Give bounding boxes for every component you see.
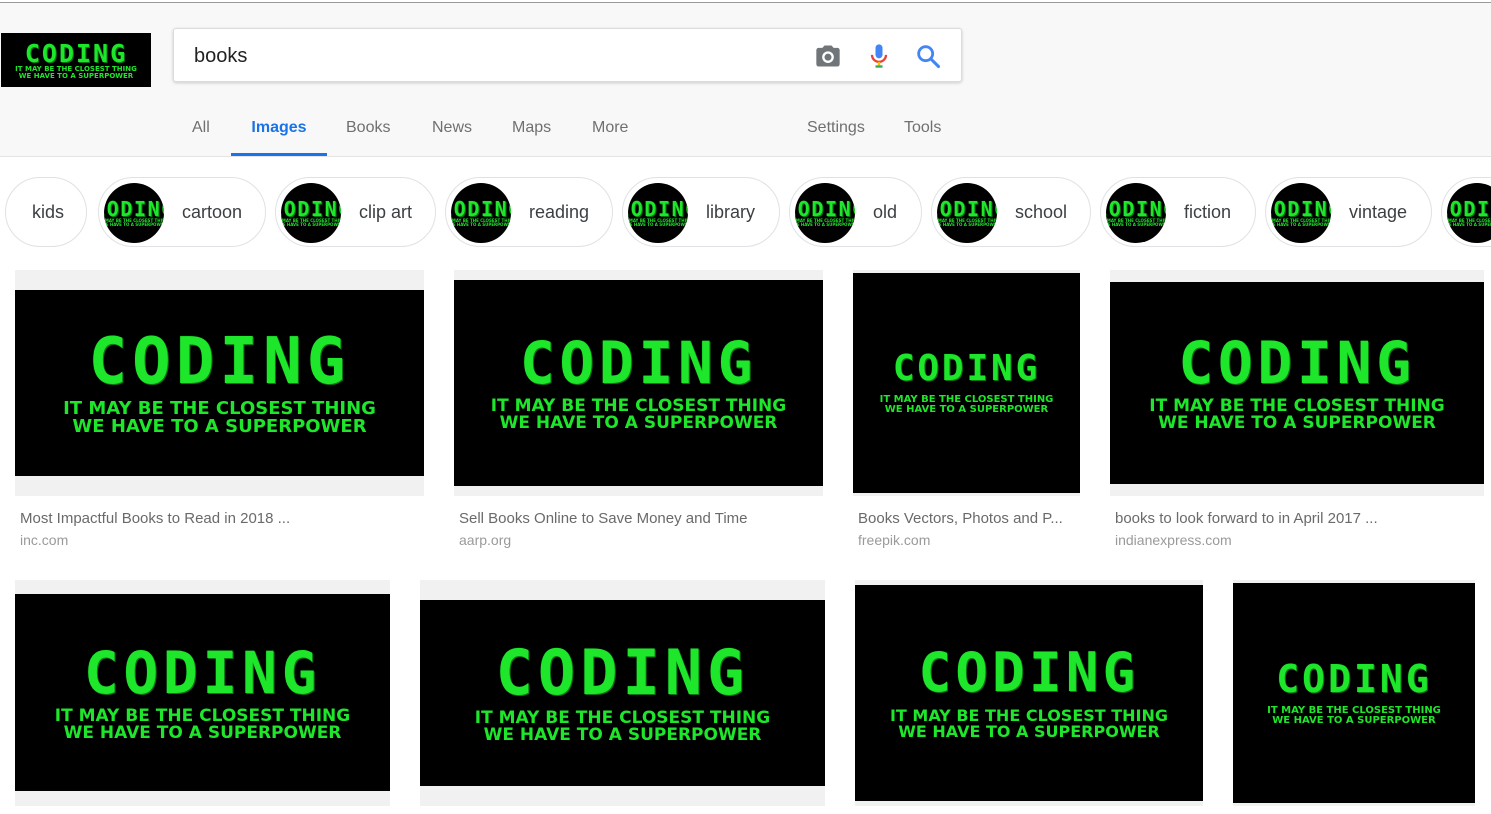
chip-thumbnail: CODINGIT MAY BE THE CLOSEST THINGWE HAVE… — [1106, 183, 1166, 243]
chip-label: clip art — [359, 202, 413, 222]
image-result[interactable]: CODING IT MAY BE THE CLOSEST THING WE HA… — [853, 270, 1080, 555]
chip-label: library — [706, 202, 756, 222]
image-result[interactable]: CODING IT MAY BE THE CLOSEST THING WE HA… — [454, 270, 823, 555]
chip-thumbnail: CODINGIT MAY BE THE CLOSEST THINGWE HAVE… — [1447, 183, 1491, 243]
result-title[interactable]: Sell Books Online to Save Money and Time — [459, 510, 748, 527]
result-image[interactable]: CODING IT MAY BE THE CLOSEST THING WE HA… — [1110, 282, 1484, 484]
result-source[interactable]: aarp.org — [459, 532, 511, 548]
microphone-icon[interactable] — [865, 42, 893, 70]
result-image[interactable]: CODING IT MAY BE THE CLOSEST THING WE HA… — [420, 600, 825, 786]
image-result[interactable]: CODING IT MAY BE THE CLOSEST THING WE HA… — [1110, 270, 1484, 555]
result-source[interactable]: indianexpress.com — [1115, 532, 1232, 548]
chip-old[interactable]: CODINGIT MAY BE THE CLOSEST THINGWE HAVE… — [789, 177, 922, 247]
chip-thumbnail: CODINGIT MAY BE THE CLOSEST THINGWE HAVE… — [795, 183, 855, 243]
result-title[interactable]: Most Impactful Books to Read in 2018 ... — [20, 510, 290, 527]
result-source[interactable]: inc.com — [20, 532, 68, 548]
chip-label: reading — [529, 202, 590, 222]
image-result[interactable]: CODING IT MAY BE THE CLOSEST THING WE HA… — [855, 580, 1203, 814]
tab-books[interactable]: Books — [346, 108, 390, 156]
chip-cartoon[interactable]: CODINGIT MAY BE THE CLOSEST THINGWE HAVE… — [98, 177, 266, 247]
result-image[interactable]: CODING IT MAY BE THE CLOSEST THING WE HA… — [15, 290, 424, 476]
chip-thumbnail: CODINGIT MAY BE THE CLOSEST THINGWE HAVE… — [1271, 183, 1331, 243]
result-image[interactable]: CODING IT MAY BE THE CLOSEST THING WE HA… — [454, 280, 823, 486]
chip-next[interactable]: CODINGIT MAY BE THE CLOSEST THINGWE HAVE… — [1441, 177, 1491, 247]
chip-label: fiction — [1184, 202, 1232, 222]
chip-school[interactable]: CODINGIT MAY BE THE CLOSEST THINGWE HAVE… — [931, 177, 1091, 247]
image-result[interactable]: CODING IT MAY BE THE CLOSEST THING WE HA… — [420, 580, 825, 814]
chip-vintage[interactable]: CODINGIT MAY BE THE CLOSEST THINGWE HAVE… — [1265, 177, 1432, 247]
chip-thumbnail: CODINGIT MAY BE THE CLOSEST THINGWE HAVE… — [104, 183, 164, 243]
search-input[interactable] — [192, 39, 796, 73]
chip-label: cartoon — [182, 202, 243, 222]
result-image[interactable]: CODING IT MAY BE THE CLOSEST THING WE HA… — [853, 273, 1080, 493]
chip-thumbnail: CODINGIT MAY BE THE CLOSEST THINGWE HAVE… — [937, 183, 997, 243]
chip-clip-art[interactable]: CODINGIT MAY BE THE CLOSEST THINGWE HAVE… — [275, 177, 436, 247]
result-image[interactable]: CODING IT MAY BE THE CLOSEST THING WE HA… — [855, 585, 1203, 801]
chip-thumbnail: CODINGIT MAY BE THE CLOSEST THINGWE HAVE… — [451, 183, 511, 243]
google-logo-doodle[interactable]: CODING IT MAY BE THE CLOSEST THING WE HA… — [1, 33, 151, 87]
tab-all[interactable]: All — [192, 108, 210, 156]
tab-more[interactable]: More — [592, 108, 628, 156]
image-result[interactable]: CODING IT MAY BE THE CLOSEST THING WE HA… — [15, 580, 390, 814]
tab-news[interactable]: News — [432, 108, 472, 156]
chip-label: vintage — [1349, 202, 1408, 222]
chip-thumbnail: CODINGIT MAY BE THE CLOSEST THINGWE HAVE… — [281, 183, 341, 243]
chip-label: kids — [32, 202, 65, 222]
chip-library[interactable]: CODINGIT MAY BE THE CLOSEST THINGWE HAVE… — [622, 177, 780, 247]
tab-settings[interactable]: Settings — [807, 108, 865, 156]
tab-images[interactable]: Images — [231, 108, 327, 156]
tab-tools[interactable]: Tools — [904, 108, 941, 156]
result-image[interactable]: CODING IT MAY BE THE CLOSEST THING WE HA… — [1233, 583, 1475, 803]
chip-fiction[interactable]: CODINGIT MAY BE THE CLOSEST THINGWE HAVE… — [1100, 177, 1256, 247]
image-result[interactable]: CODING IT MAY BE THE CLOSEST THING WE HA… — [15, 270, 424, 555]
logo-big-text: CODING — [24, 38, 128, 68]
result-title[interactable]: books to look forward to in April 2017 .… — [1115, 510, 1378, 527]
chip-thumbnail: CODINGIT MAY BE THE CLOSEST THINGWE HAVE… — [628, 183, 688, 243]
chip-label: old — [873, 202, 898, 222]
result-image[interactable]: CODING IT MAY BE THE CLOSEST THING WE HA… — [15, 594, 390, 791]
image-result[interactable]: CODING IT MAY BE THE CLOSEST THING WE HA… — [1233, 580, 1475, 814]
result-title[interactable]: Books Vectors, Photos and P... — [858, 510, 1063, 527]
chip-reading[interactable]: CODINGIT MAY BE THE CLOSEST THINGWE HAVE… — [445, 177, 613, 247]
chip-kids[interactable]: kids — [5, 177, 87, 247]
search-box — [173, 28, 962, 82]
search-tabs: All Images Books News Maps More Settings… — [0, 108, 1000, 156]
chip-label: school — [1015, 202, 1068, 222]
related-search-chips: kids CODINGIT MAY BE THE CLOSEST THINGWE… — [0, 157, 1491, 267]
result-source[interactable]: freepik.com — [858, 532, 930, 548]
tab-maps[interactable]: Maps — [512, 108, 551, 156]
search-icon[interactable] — [914, 42, 942, 70]
logo-line-2: WE HAVE TO A SUPERPOWER — [18, 71, 134, 80]
camera-icon[interactable] — [814, 42, 842, 70]
